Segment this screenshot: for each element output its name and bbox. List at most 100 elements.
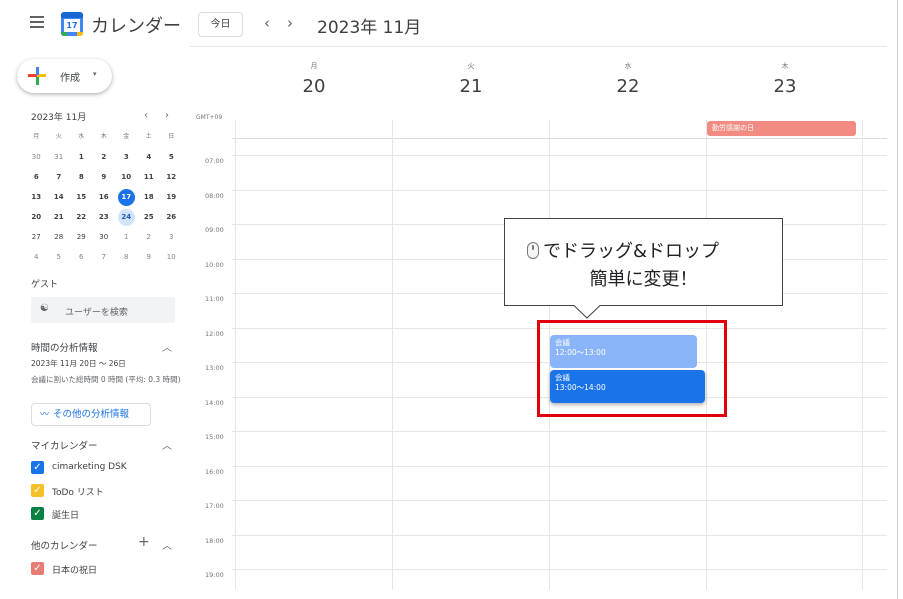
- time-label: 18:00: [205, 536, 224, 545]
- plus-icon: [28, 67, 46, 85]
- chevron-up-icon[interactable]: ︿: [162, 537, 172, 552]
- mini-calendar-day[interactable]: 9: [138, 250, 161, 270]
- mini-calendar-day[interactable]: 15: [70, 190, 93, 210]
- mini-calendar-day[interactable]: 28: [48, 230, 71, 250]
- holiday-event[interactable]: 勤労感謝の日: [707, 121, 856, 136]
- mini-calendar-day[interactable]: 12: [160, 170, 183, 190]
- mini-calendar-day[interactable]: 27: [25, 230, 48, 250]
- checkbox-checked-icon[interactable]: ✓: [31, 507, 44, 520]
- chevron-left-icon[interactable]: ‹: [264, 14, 270, 32]
- time-label: 10:00: [205, 260, 224, 269]
- current-month-title: 2023年 11月: [317, 18, 422, 38]
- mini-calendar-day[interactable]: 19: [160, 190, 183, 210]
- time-label: 07:00: [205, 157, 224, 165]
- mini-calendar-day[interactable]: 16: [93, 190, 116, 210]
- weekday-label: 日: [168, 133, 175, 140]
- mini-calendar-day[interactable]: 26: [160, 210, 183, 230]
- mini-calendar-day[interactable]: 5: [48, 250, 71, 270]
- create-button[interactable]: 作成 ▾: [17, 59, 112, 93]
- chevron-up-icon[interactable]: ︿: [162, 339, 172, 354]
- mini-calendar-day[interactable]: 4: [25, 250, 48, 270]
- mini-calendar-day[interactable]: 9: [93, 170, 116, 190]
- mini-calendar-day[interactable]: 7: [93, 250, 116, 270]
- mini-calendar-day[interactable]: 11: [138, 170, 161, 190]
- mini-calendar-day[interactable]: 10: [115, 170, 138, 190]
- mini-calendar-day[interactable]: 2: [93, 150, 116, 170]
- mini-calendar-day[interactable]: 18: [138, 190, 161, 210]
- mouse-icon: [527, 242, 539, 259]
- chevron-up-icon[interactable]: ︿: [162, 437, 172, 452]
- today-button[interactable]: 今日: [198, 12, 243, 37]
- hour-gridline: [232, 569, 887, 570]
- mini-calendar-day[interactable]: 22: [70, 210, 93, 230]
- caret-down-icon: ▾: [93, 70, 97, 78]
- callout-box: でドラッグ&ドロップ 簡単に変更！: [504, 218, 783, 306]
- checkbox-checked-icon[interactable]: ✓: [31, 562, 44, 575]
- weekday-label: 木: [100, 133, 107, 140]
- mini-calendar-day[interactable]: 30: [93, 230, 116, 250]
- mini-calendar-day[interactable]: 21: [48, 210, 71, 230]
- mini-calendar-day[interactable]: 29: [70, 230, 93, 250]
- more-insights-label: その他の分析情報: [53, 409, 130, 420]
- time-label: 08:00: [205, 191, 224, 200]
- day-label-thu: 木: [781, 62, 789, 70]
- main-menu-icon[interactable]: [30, 16, 44, 28]
- weekday-label: 火: [55, 133, 62, 140]
- calendar-logo-icon: 17: [61, 12, 83, 36]
- mini-calendar-day[interactable]: 1: [115, 230, 138, 250]
- column-divider: [392, 120, 393, 590]
- column-divider: [235, 120, 236, 590]
- mini-calendar-day[interactable]: 3: [115, 150, 138, 170]
- hour-gridline: [232, 431, 887, 432]
- chevron-right-icon[interactable]: ›: [287, 14, 293, 32]
- checkbox-checked-icon[interactable]: ✓: [31, 461, 44, 474]
- weekday-label: 月: [33, 133, 40, 140]
- time-label: 13:00: [205, 364, 224, 372]
- mini-calendar-grid: 月火水木金土日 30 31 1 2 3 4 5 6 7 8 9 10 11 12 13 14 15 16 17 18 19…: [25, 130, 185, 270]
- weekday-label: 金: [123, 133, 130, 140]
- header-divider: [190, 46, 887, 47]
- mini-calendar-day[interactable]: 8: [115, 250, 138, 270]
- mini-calendar-day[interactable]: 5: [160, 150, 183, 170]
- day-number-21[interactable]: 21: [441, 76, 501, 97]
- mini-calendar-day[interactable]: 20: [25, 210, 48, 230]
- time-label: 17:00: [205, 502, 224, 510]
- day-number-22[interactable]: 22: [598, 76, 658, 97]
- mini-calendar-day[interactable]: 3: [160, 230, 183, 250]
- chevron-left-icon[interactable]: ‹: [144, 110, 148, 121]
- mini-calendar-day[interactable]: 8: [70, 170, 93, 190]
- mini-calendar-day[interactable]: 4: [138, 150, 161, 170]
- checkbox-checked-icon[interactable]: ✓: [31, 484, 44, 497]
- more-insights-button[interactable]: 〰その他の分析情報: [31, 403, 151, 426]
- highlight-box: [537, 320, 727, 417]
- day-number-20[interactable]: 20: [284, 76, 344, 97]
- people-icon: ☯: [40, 303, 49, 314]
- mini-calendar-day[interactable]: 6: [25, 170, 48, 190]
- hour-gridline: [232, 534, 887, 536]
- weekday-label: 土: [145, 133, 152, 140]
- mini-calendar-day[interactable]: 24: [115, 209, 138, 230]
- callout-line-2: 簡単に変更！: [589, 269, 698, 290]
- mini-calendar-day[interactable]: 7: [48, 170, 71, 190]
- add-calendar-icon[interactable]: +: [138, 534, 150, 550]
- mini-calendar-day[interactable]: 17: [115, 189, 138, 210]
- chevron-right-icon[interactable]: ›: [165, 110, 169, 121]
- mini-calendar-day[interactable]: 30: [25, 150, 48, 170]
- mini-calendar-day[interactable]: 6: [70, 250, 93, 270]
- hour-gridline: [232, 189, 887, 191]
- mini-calendar-day[interactable]: 25: [138, 210, 161, 230]
- mini-calendar-day[interactable]: 2: [138, 230, 161, 250]
- mini-calendar-day[interactable]: 13: [25, 190, 48, 210]
- mini-calendar-day[interactable]: 23: [93, 210, 116, 230]
- mini-calendar-day[interactable]: 1: [70, 150, 93, 170]
- callout-line-1: でドラッグ&ドロップ: [527, 237, 719, 263]
- mini-calendar-day[interactable]: 10: [160, 250, 183, 270]
- day-number-23[interactable]: 23: [755, 76, 815, 97]
- my-calendars-title: マイカレンダー: [31, 441, 98, 452]
- guest-search-placeholder: ユーザーを検索: [65, 308, 128, 318]
- timezone-label: GMT+09: [196, 114, 223, 121]
- insights-range: 2023年 11月 20日 ～ 26日: [31, 359, 126, 368]
- mini-calendar-day[interactable]: 31: [48, 150, 71, 170]
- guest-search-input[interactable]: ☯ ユーザーを検索: [31, 297, 175, 323]
- mini-calendar-day[interactable]: 14: [48, 190, 71, 210]
